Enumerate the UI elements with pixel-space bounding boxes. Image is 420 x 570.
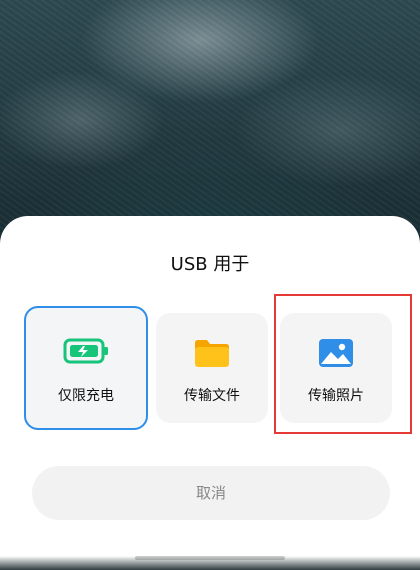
- folder-icon: [192, 337, 232, 373]
- cancel-button[interactable]: 取消: [32, 466, 390, 520]
- bottom-edge: [0, 556, 420, 570]
- dialog-title: USB 用于: [170, 254, 250, 275]
- usb-mode-sheet: USB 用于 仅限充电 传输文件 传输照片 取消: [0, 216, 420, 570]
- option-charge-only[interactable]: 仅限充电: [24, 306, 148, 430]
- option-label: 仅限充电: [58, 388, 114, 404]
- option-transfer-files[interactable]: 传输文件: [156, 313, 268, 423]
- option-label: 传输文件: [184, 388, 240, 404]
- annotation-highlight-box: [274, 294, 412, 434]
- battery-charging-icon: [63, 337, 109, 369]
